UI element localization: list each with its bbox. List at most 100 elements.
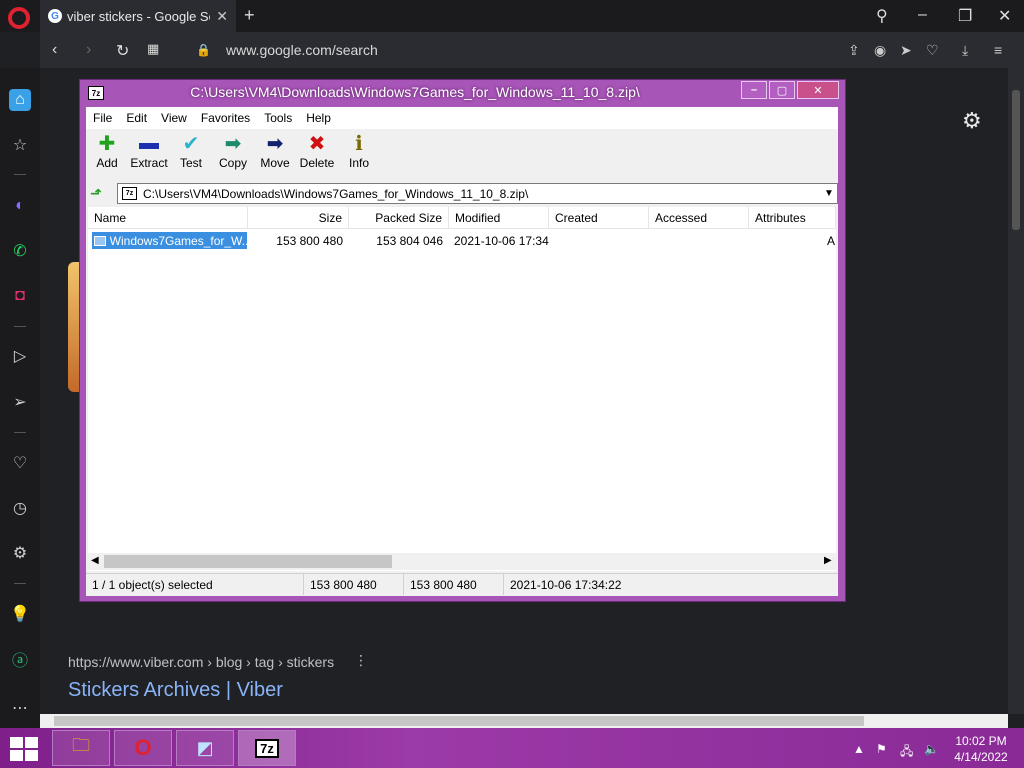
sevenzip-menubar: File Edit View Favorites Tools Help bbox=[86, 107, 838, 129]
toolbar-info-button[interactable]: ℹ Info bbox=[338, 130, 380, 178]
menu-edit[interactable]: Edit bbox=[119, 111, 154, 125]
page-hscroll-thumb[interactable] bbox=[54, 716, 864, 726]
extract-icon: ▬ bbox=[139, 131, 159, 154]
column-attributes[interactable]: Attributes bbox=[749, 207, 836, 229]
taskbar-explorer-icon[interactable]: 🗀 bbox=[52, 730, 110, 766]
result-title-link[interactable]: Stickers Archives | Viber bbox=[68, 679, 283, 702]
toolbar-delete-button[interactable]: ✖ Delete bbox=[296, 130, 338, 178]
column-packed-size[interactable]: Packed Size bbox=[349, 207, 449, 229]
menu-help[interactable]: Help bbox=[299, 111, 338, 125]
menu-icon[interactable]: ≡ bbox=[994, 42, 1002, 58]
aria-icon[interactable]: ⓐ bbox=[9, 648, 31, 670]
row-size: 153 800 480 bbox=[276, 234, 343, 248]
column-modified[interactable]: Modified bbox=[449, 207, 549, 229]
whatsapp-icon[interactable]: ✆ bbox=[9, 240, 31, 262]
sevenzip-minimize-button[interactable]: – bbox=[741, 81, 767, 99]
table-row[interactable]: Windows7Games_for_W... bbox=[92, 232, 247, 249]
toolbar-copy-button[interactable]: ➡ Copy bbox=[212, 130, 254, 178]
file-list[interactable] bbox=[88, 207, 836, 571]
status-selected: 1 / 1 object(s) selected bbox=[86, 574, 304, 595]
taskbar-sevenzip-button[interactable]: 7z bbox=[238, 730, 296, 766]
browser-tab[interactable]: G viber stickers - Google Search ✕ bbox=[40, 0, 236, 32]
result-breadcrumb[interactable]: https://www.viber.com › blog › tag › sti… bbox=[68, 654, 334, 670]
opera-logo-icon[interactable] bbox=[8, 7, 30, 29]
home-icon[interactable]: ⌂ bbox=[9, 89, 31, 111]
browser-search-icon[interactable]: ⚲ bbox=[876, 6, 888, 26]
path-combobox[interactable]: 7z C:\Users\VM4\Downloads\Windows7Games_… bbox=[117, 183, 838, 204]
tab-close-icon[interactable]: ✕ bbox=[216, 8, 228, 25]
toolbar-label: Test bbox=[179, 156, 202, 170]
google-settings-icon[interactable]: ⚙ bbox=[962, 108, 982, 134]
google-favicon-icon: G bbox=[48, 9, 62, 23]
toolbar-move-button[interactable]: ➡ Move bbox=[254, 130, 296, 178]
taskbar-clock[interactable]: 10:02 PM 4/14/2022 bbox=[944, 733, 1018, 765]
tray-chevron-icon[interactable]: ▲ bbox=[853, 742, 865, 756]
download-icon[interactable]: ⤓ bbox=[962, 42, 968, 59]
tray-volume-icon[interactable]: 🔈 bbox=[924, 742, 939, 756]
sidebar-divider bbox=[14, 432, 26, 433]
flow-icon[interactable]: ➢ bbox=[9, 391, 31, 413]
column-name[interactable]: Name bbox=[88, 207, 248, 229]
menu-view[interactable]: View bbox=[154, 111, 194, 125]
toolbar-add-button[interactable]: ✚ Add bbox=[86, 130, 128, 178]
column-created[interactable]: Created bbox=[549, 207, 649, 229]
taskbar-opera-icon[interactable]: O bbox=[114, 730, 172, 766]
tray-network-icon[interactable]: 🖧 bbox=[900, 742, 913, 763]
speed-dial-icon[interactable]: ▦ bbox=[147, 41, 159, 57]
column-size[interactable]: Size bbox=[248, 207, 349, 229]
new-tab-button[interactable]: + bbox=[244, 5, 255, 26]
browser-close-icon[interactable]: ✕ bbox=[998, 6, 1011, 26]
sidebar-heart-icon[interactable]: ♡ bbox=[9, 452, 31, 474]
toolbar-extract-button[interactable]: ▬ Extract bbox=[128, 130, 170, 178]
toolbar-test-button[interactable]: ✔ Test bbox=[170, 130, 212, 178]
restore-icon[interactable]: ❐ bbox=[958, 6, 972, 26]
result-more-icon[interactable]: ⋮ bbox=[354, 652, 368, 669]
taskbar-app-icon[interactable]: ◩ bbox=[176, 730, 234, 766]
send-icon[interactable]: ➤ bbox=[900, 42, 912, 59]
delete-icon: ✖ bbox=[308, 132, 326, 155]
row-packed: 153 804 046 bbox=[376, 234, 443, 248]
tray-flag-icon[interactable]: ⚑ bbox=[876, 742, 887, 756]
settings-icon[interactable]: ⚙ bbox=[9, 542, 31, 564]
status-packed: 153 800 480 bbox=[404, 574, 504, 595]
tips-icon[interactable]: 💡 bbox=[9, 603, 31, 625]
instagram-icon[interactable]: ◘ bbox=[9, 285, 31, 307]
reload-icon[interactable]: ↻ bbox=[116, 41, 129, 61]
scroll-right-icon[interactable]: ▶ bbox=[824, 555, 832, 566]
share-icon[interactable]: ⇪ bbox=[848, 42, 860, 59]
player-icon[interactable]: ▷ bbox=[9, 345, 31, 367]
file-list-hscroll-thumb[interactable] bbox=[104, 555, 392, 568]
menu-file[interactable]: File bbox=[86, 111, 119, 125]
back-icon[interactable]: ‹ bbox=[52, 41, 57, 59]
sevenzip-close-button[interactable]: ✕ bbox=[797, 81, 839, 99]
scroll-left-icon[interactable]: ◀ bbox=[91, 555, 99, 566]
sevenzip-statusbar: 1 / 1 object(s) selected 153 800 480 153… bbox=[86, 573, 838, 595]
row-modified: 2021-10-06 17:34 bbox=[454, 234, 549, 248]
taskbar-sevenzip-label: 7z bbox=[255, 738, 279, 758]
sevenzip-toolbar: ✚ Add ▬ Extract ✔ Test ➡ Copy ➡ Move ✖ Delete ℹ Info bbox=[86, 130, 838, 178]
row-name: Windows7Games_for_W... bbox=[109, 233, 247, 248]
minimize-icon[interactable]: – bbox=[918, 6, 927, 24]
file-icon bbox=[94, 235, 106, 246]
move-icon: ➡ bbox=[266, 132, 284, 155]
more-icon[interactable]: ⋯ bbox=[9, 697, 31, 719]
messenger-icon[interactable]: ◐ bbox=[9, 195, 31, 217]
sevenzip-maximize-button[interactable]: ▢ bbox=[769, 81, 795, 99]
snapshot-icon[interactable]: ◉ bbox=[874, 42, 886, 59]
forward-icon[interactable]: › bbox=[86, 41, 91, 59]
column-accessed[interactable]: Accessed bbox=[649, 207, 749, 229]
copy-icon: ➡ bbox=[224, 132, 242, 155]
history-icon[interactable]: ◷ bbox=[9, 497, 31, 519]
page-scroll-thumb[interactable] bbox=[1012, 90, 1020, 230]
heart-icon[interactable]: ♡ bbox=[926, 42, 939, 59]
menu-favorites[interactable]: Favorites bbox=[194, 111, 257, 125]
toolbar-label: Info bbox=[348, 156, 369, 170]
sevenzip-title-icon[interactable]: 7z bbox=[88, 86, 104, 100]
path-dropdown-icon[interactable]: ▼ bbox=[821, 188, 837, 199]
bookmarks-icon[interactable]: ☆ bbox=[9, 134, 31, 156]
lock-icon: 🔒 bbox=[196, 43, 211, 57]
start-button[interactable] bbox=[10, 737, 38, 761]
folder-up-icon[interactable]: ⬏ bbox=[90, 185, 108, 201]
menu-tools[interactable]: Tools bbox=[257, 111, 299, 125]
url-field[interactable]: www.google.com/search bbox=[226, 42, 378, 58]
